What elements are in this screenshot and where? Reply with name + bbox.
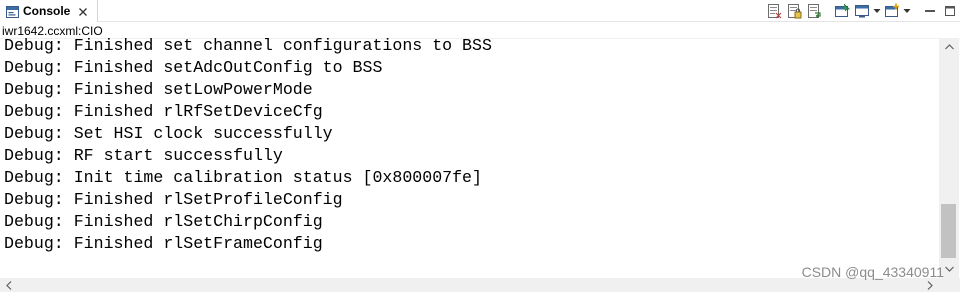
chevron-down-icon[interactable] — [902, 2, 912, 20]
display-console-icon[interactable] — [852, 2, 872, 20]
console-output[interactable]: Debug: Finished set channel configuratio… — [0, 33, 939, 278]
close-icon[interactable] — [77, 5, 89, 17]
console-line: Debug: Finished rlSetProfileConfig — [4, 190, 343, 209]
console-line: Debug: Finished rlRfSetDeviceCfg — [4, 102, 323, 121]
view-tab-bar: Console — [0, 0, 960, 22]
console-icon — [6, 5, 19, 18]
scroll-right-icon[interactable] — [921, 278, 939, 292]
console-line: Debug: Finished setAdcOutConfig to BSS — [4, 58, 383, 77]
console-line: Debug: Init time calibration status [0x8… — [4, 168, 482, 187]
console-line: Debug: RF start successfully — [4, 146, 283, 165]
console-line: Debug: Finished setLowPowerMode — [4, 80, 313, 99]
scrollbar-corner — [939, 278, 960, 292]
console-tab-label: Console — [23, 4, 71, 18]
scroll-up-icon[interactable] — [939, 38, 959, 56]
console-toolbar — [764, 2, 960, 20]
clear-console-icon[interactable] — [764, 2, 784, 20]
console-line: Debug: Finished rlSetFrameConfig — [4, 234, 323, 253]
horizontal-scrollbar[interactable] — [0, 278, 939, 292]
console-line: Debug: Set HSI clock successfully — [4, 124, 333, 143]
console-line: Debug: Finished rlSetChirpConfig — [4, 212, 323, 231]
chevron-down-icon[interactable] — [872, 2, 882, 20]
vertical-scrollbar[interactable] — [939, 38, 959, 278]
vertical-scroll-thumb[interactable] — [941, 204, 956, 258]
scroll-left-icon[interactable] — [0, 278, 18, 292]
console-tab[interactable]: Console — [0, 0, 98, 22]
scroll-lock-icon[interactable] — [784, 2, 804, 20]
minimize-icon[interactable] — [920, 2, 940, 20]
pin-console-icon[interactable] — [832, 2, 852, 20]
watermark: CSDN @qq_43340911 — [801, 264, 944, 280]
maximize-icon[interactable] — [940, 2, 960, 20]
console-line: Debug: Finished set channel configuratio… — [4, 36, 492, 55]
open-console-icon[interactable] — [882, 2, 902, 20]
word-wrap-icon[interactable] — [804, 2, 824, 20]
